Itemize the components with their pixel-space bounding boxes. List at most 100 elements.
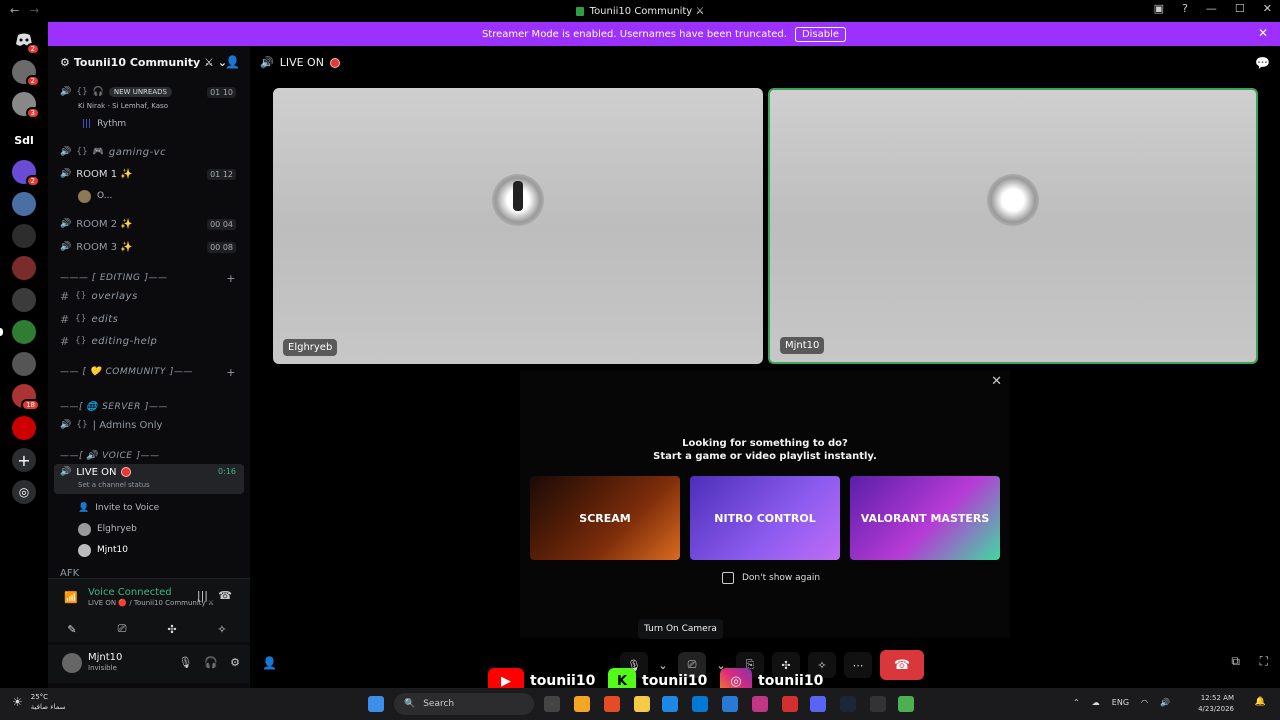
guild-icon[interactable]: Sdl [12,128,36,152]
lang-indicator[interactable]: ENG [1112,698,1129,707]
close-icon[interactable]: ✕ [991,374,1002,389]
voice-user[interactable]: Mjnt10 [78,541,128,559]
voice-channel-admins[interactable]: 🔊 {} | Admins Only [54,415,244,435]
activity-headline: Looking for something to do? [682,438,848,449]
help-icon[interactable]: ? [1182,2,1188,15]
voice-channel-room1[interactable]: 🔊 ROOM 1 ✨ 01 12 [54,164,244,184]
close-window-button[interactable]: ✕ [1263,2,1272,15]
guild-icon[interactable] [12,192,36,216]
taskbar-search[interactable]: 🔍 Search [394,693,534,715]
edge-icon[interactable] [662,696,678,712]
steam-icon[interactable] [840,696,856,712]
app-icon[interactable] [574,696,590,712]
guild-icon[interactable]: 2 [12,160,40,187]
text-channel-editing-help[interactable]: # {} editing-help [54,331,244,351]
windows-start-icon[interactable] [368,696,384,712]
channel-status[interactable]: Set a channel status [78,481,150,489]
volume-icon[interactable]: 🔊 [1160,698,1170,707]
add-people-icon[interactable]: 👤 [262,656,277,670]
invite-to-voice[interactable]: 👤 Invite to Voice [78,499,159,517]
guild-icon[interactable]: 18 [12,384,40,411]
forward-arrow-icon[interactable]: → [30,4,39,17]
notifications-icon[interactable]: 🔔 [1255,697,1266,707]
category-editing[interactable]: ——— [EDITING]—— + [54,270,244,286]
voice-user[interactable]: Elghryeb [78,520,137,538]
category-community[interactable]: —— [ 💛 COMMUNITY]—— + [54,364,244,380]
text-channel-overlays[interactable]: # {} overlays [54,286,244,306]
voice-user[interactable]: O... [78,187,112,205]
app-icon[interactable] [782,696,798,712]
new-unreads-pill[interactable]: NEW UNREADS [108,87,172,97]
guild-icon[interactable] [12,224,36,248]
checkbox[interactable] [722,572,734,584]
disconnect-button[interactable]: ☎ [880,650,924,680]
voice-channel-live-on[interactable]: 🔊 LIVE ON 0:16 Set a channel status [54,464,244,494]
category-server[interactable]: ——[ 🌐 SERVER]—— [54,399,244,415]
weather-widget[interactable]: ☀ 25°C سماء صافية [12,692,66,712]
voice-user[interactable]: ||| Rythm [82,115,126,133]
back-arrow-icon[interactable]: ← [10,4,19,17]
add-channel-icon[interactable]: + [226,272,236,285]
category-voice[interactable]: ——[ 🔊 VOICE]—— [54,448,244,464]
inbox-icon[interactable]: ▣ [1154,2,1164,15]
voice-channel-room2[interactable]: 🔊 ROOM 2 ✨ 00 04 [54,214,244,234]
store-icon[interactable] [692,696,708,712]
guild-icon[interactable]: 2 [12,60,40,87]
activity-card-nitro-control[interactable]: NITRO CONTROL [690,476,840,560]
voice-channel-gaming-vc[interactable]: 🔊 {} 🎮 gaming-vc [54,142,244,162]
text-channel-edits[interactable]: # {} edits [54,309,244,329]
camera-off-button[interactable]: ✎ [48,619,96,639]
category-name: SERVER [102,402,141,412]
microphone-icon[interactable]: 🎙 [178,656,192,669]
voice-channel-afk[interactable]: AFK [54,568,244,578]
disconnect-icon[interactable]: ☎ [218,589,232,602]
task-view-icon[interactable] [544,696,560,712]
more-options-icon[interactable]: ⋯ [844,652,872,678]
app-icon[interactable] [870,696,886,712]
guild-icon[interactable] [12,352,36,376]
activities-button[interactable]: ✣ [148,619,196,639]
chevron-up-icon[interactable]: ⌃ [1073,698,1080,707]
disable-streamer-mode-button[interactable]: Disable [794,26,847,42]
popout-icon[interactable]: ⧉ [1231,654,1240,669]
activity-card-valorant[interactable]: VALORANT MASTERS [850,476,1000,560]
headphones-icon[interactable]: 🎧 [204,656,218,669]
discover-icon[interactable]: ◎ [12,480,36,504]
chat-bubble-icon[interactable]: 💬 [1255,56,1270,70]
close-icon[interactable]: ✕ [1258,26,1268,40]
settings-gear-icon[interactable]: ⚙ [230,656,240,669]
minimize-button[interactable]: — [1206,2,1217,15]
guild-icon[interactable] [12,320,36,344]
guild-icon[interactable]: 3 [12,92,40,119]
screen-share-button[interactable]: ⎚ [98,619,146,639]
maximize-button[interactable]: ☐ [1235,2,1245,15]
mail-icon[interactable] [722,696,738,712]
fullscreen-icon[interactable]: ⛶ [1260,654,1268,669]
soundboard-button[interactable]: ✧ [198,619,246,639]
instagram-icon[interactable] [752,696,768,712]
guild-icon[interactable] [12,288,36,312]
add-server-icon[interactable]: + [12,448,36,472]
voice-channel-path[interactable]: LIVE ON 🔴 / Tounii10 Community ⚔ [88,599,214,607]
file-explorer-icon[interactable] [634,696,650,712]
participant-tile-speaking[interactable]: Mjnt10 [768,88,1258,364]
noise-suppression-icon[interactable]: ||| [197,589,208,602]
voice-status[interactable]: Voice Connected [88,587,172,598]
guild-icon[interactable] [12,256,36,280]
app-icon[interactable] [604,696,620,712]
guild-icon[interactable] [12,416,36,440]
activity-card-scream[interactable]: SCREAM [530,476,680,560]
app-icon[interactable] [898,696,914,712]
onedrive-icon[interactable]: ☁ [1092,698,1100,707]
discord-home-icon[interactable]: 2 [12,28,40,55]
dont-show-again[interactable]: Don't show again [722,572,820,584]
voice-channel-room3[interactable]: 🔊 ROOM 3 ✨ 00 08 [54,237,244,257]
server-header[interactable]: ⚙ Tounii10 Community ⚔ ⌄ 👤 [48,46,250,78]
add-channel-icon[interactable]: + [226,366,236,379]
wifi-icon[interactable]: ◠ [1141,698,1148,707]
discord-icon[interactable] [810,696,826,712]
avatar[interactable] [62,653,82,673]
add-member-icon[interactable]: 👤 [225,55,240,69]
clock[interactable]: 12:52 AM 4/23/2026 [1198,693,1234,715]
participant-tile[interactable]: Elghryeb [273,88,763,364]
